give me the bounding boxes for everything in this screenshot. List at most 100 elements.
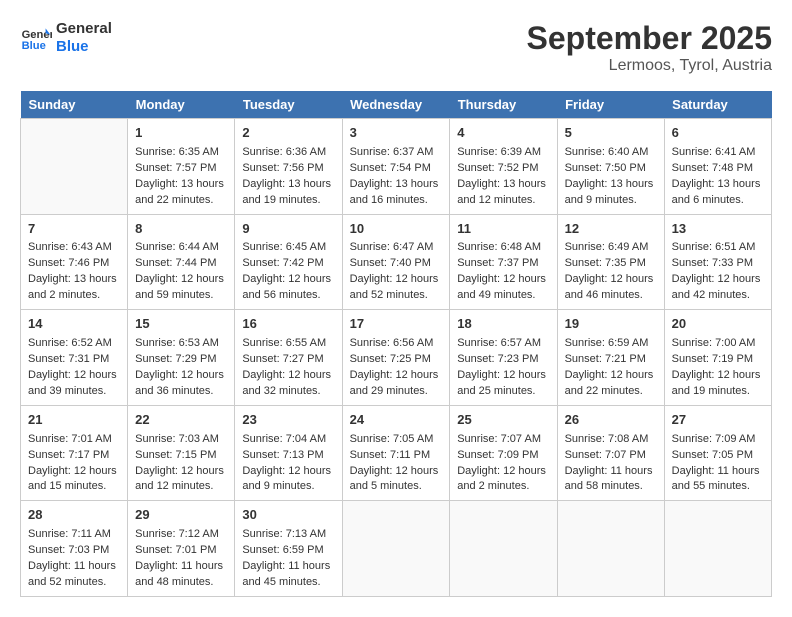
day-info: Sunrise: 6:57 AM Sunset: 7:23 PM Dayligh… [457, 336, 549, 400]
calendar-cell: 14Sunrise: 6:52 AM Sunset: 7:31 PM Dayli… [21, 310, 128, 406]
weekday-header-monday: Monday [128, 91, 235, 119]
day-number: 27 [672, 411, 764, 430]
day-info: Sunrise: 6:45 AM Sunset: 7:42 PM Dayligh… [242, 240, 334, 304]
day-info: Sunrise: 7:12 AM Sunset: 7:01 PM Dayligh… [135, 527, 227, 591]
logo-icon: General Blue [20, 22, 52, 54]
title-block: September 2025 Lermoos, Tyrol, Austria [527, 20, 772, 75]
weekday-header-thursday: Thursday [450, 91, 557, 119]
calendar-cell: 13Sunrise: 6:51 AM Sunset: 7:33 PM Dayli… [664, 214, 771, 310]
day-number: 22 [135, 411, 227, 430]
day-info: Sunrise: 7:09 AM Sunset: 7:05 PM Dayligh… [672, 432, 764, 496]
day-number: 17 [350, 315, 443, 334]
day-info: Sunrise: 6:47 AM Sunset: 7:40 PM Dayligh… [350, 240, 443, 304]
location: Lermoos, Tyrol, Austria [527, 57, 772, 75]
calendar-cell: 24Sunrise: 7:05 AM Sunset: 7:11 PM Dayli… [342, 405, 450, 501]
calendar-cell: 10Sunrise: 6:47 AM Sunset: 7:40 PM Dayli… [342, 214, 450, 310]
calendar-cell: 17Sunrise: 6:56 AM Sunset: 7:25 PM Dayli… [342, 310, 450, 406]
day-info: Sunrise: 7:03 AM Sunset: 7:15 PM Dayligh… [135, 432, 227, 496]
weekday-row: SundayMondayTuesdayWednesdayThursdayFrid… [21, 91, 772, 119]
calendar-cell: 28 Sunrise: 7:11 AM Sunset: 7:03 PM Dayli… [21, 501, 128, 597]
day-info: Sunrise: 6:41 AM Sunset: 7:48 PM Dayligh… [672, 145, 764, 209]
calendar-cell: 30Sunrise: 7:13 AM Sunset: 6:59 PM Dayli… [235, 501, 342, 597]
day-info: Sunrise: 7:05 AM Sunset: 7:11 PM Dayligh… [350, 432, 443, 496]
day-info: Sunrise: 6:51 AM Sunset: 7:33 PM Dayligh… [672, 240, 764, 304]
day-info: Sunrise: 6:40 AM Sunset: 7:50 PM Dayligh… [565, 145, 657, 209]
calendar-cell: 23 Sunrise: 7:04 AM Sunset: 7:13 PM Dayli… [235, 405, 342, 501]
week-row-5: 28 Sunrise: 7:11 AM Sunset: 7:03 PM Dayli… [21, 501, 772, 597]
calendar-cell: 4Sunrise: 6:39 AM Sunset: 7:52 PM Daylig… [450, 119, 557, 215]
weekday-header-tuesday: Tuesday [235, 91, 342, 119]
calendar-cell: 27 Sunrise: 7:09 AM Sunset: 7:05 PM Dayli… [664, 405, 771, 501]
day-number: 6 [672, 124, 764, 143]
calendar-cell: 2Sunrise: 6:36 AM Sunset: 7:56 PM Daylig… [235, 119, 342, 215]
calendar-table: SundayMondayTuesdayWednesdayThursdayFrid… [20, 91, 772, 597]
day-info: Sunrise: 6:35 AM Sunset: 7:57 PM Dayligh… [135, 145, 227, 209]
calendar-cell: 12Sunrise: 6:49 AM Sunset: 7:35 PM Dayli… [557, 214, 664, 310]
day-number: 4 [457, 124, 549, 143]
calendar-cell: 18 Sunrise: 6:57 AM Sunset: 7:23 PM Dayli… [450, 310, 557, 406]
logo-general: General [56, 20, 112, 38]
svg-text:General: General [22, 29, 52, 41]
calendar-cell [21, 119, 128, 215]
calendar-cell: 1 Sunrise: 6:35 AM Sunset: 7:57 PM Daylig… [128, 119, 235, 215]
day-number: 7 [28, 220, 120, 239]
calendar-cell: 19 Sunrise: 6:59 AM Sunset: 7:21 PM Dayli… [557, 310, 664, 406]
calendar-cell: 5Sunrise: 6:40 AM Sunset: 7:50 PM Daylig… [557, 119, 664, 215]
logo: General Blue General Blue [20, 20, 112, 56]
weekday-header-wednesday: Wednesday [342, 91, 450, 119]
day-info: Sunrise: 6:59 AM Sunset: 7:21 PM Dayligh… [565, 336, 657, 400]
day-number: 28 [28, 506, 120, 525]
calendar-cell: 11Sunrise: 6:48 AM Sunset: 7:37 PM Dayli… [450, 214, 557, 310]
day-info: Sunrise: 7:07 AM Sunset: 7:09 PM Dayligh… [457, 432, 549, 496]
logo-blue: Blue [56, 38, 112, 56]
day-info: Sunrise: 6:44 AM Sunset: 7:44 PM Dayligh… [135, 240, 227, 304]
calendar-cell: 29 Sunrise: 7:12 AM Sunset: 7:01 PM Dayli… [128, 501, 235, 597]
day-info: Sunrise: 6:43 AM Sunset: 7:46 PM Dayligh… [28, 240, 120, 304]
page-header: General Blue General Blue September 2025… [20, 20, 772, 75]
day-info: Sunrise: 6:53 AM Sunset: 7:29 PM Dayligh… [135, 336, 227, 400]
day-info: Sunrise: 6:55 AM Sunset: 7:27 PM Dayligh… [242, 336, 334, 400]
calendar-cell: 9Sunrise: 6:45 AM Sunset: 7:42 PM Daylig… [235, 214, 342, 310]
calendar-body: 1 Sunrise: 6:35 AM Sunset: 7:57 PM Daylig… [21, 119, 772, 597]
calendar-cell [450, 501, 557, 597]
day-number: 14 [28, 315, 120, 334]
calendar-cell: 25Sunrise: 7:07 AM Sunset: 7:09 PM Dayli… [450, 405, 557, 501]
calendar-cell: 15 Sunrise: 6:53 AM Sunset: 7:29 PM Dayli… [128, 310, 235, 406]
calendar-cell: 16 Sunrise: 6:55 AM Sunset: 7:27 PM Dayli… [235, 310, 342, 406]
day-number: 9 [242, 220, 334, 239]
week-row-1: 1 Sunrise: 6:35 AM Sunset: 7:57 PM Daylig… [21, 119, 772, 215]
day-info: Sunrise: 7:08 AM Sunset: 7:07 PM Dayligh… [565, 432, 657, 496]
svg-text:Blue: Blue [22, 40, 46, 52]
week-row-3: 14Sunrise: 6:52 AM Sunset: 7:31 PM Dayli… [21, 310, 772, 406]
day-info: Sunrise: 6:37 AM Sunset: 7:54 PM Dayligh… [350, 145, 443, 209]
day-info: Sunrise: 6:49 AM Sunset: 7:35 PM Dayligh… [565, 240, 657, 304]
day-number: 29 [135, 506, 227, 525]
week-row-2: 7Sunrise: 6:43 AM Sunset: 7:46 PM Daylig… [21, 214, 772, 310]
day-number: 19 [565, 315, 657, 334]
calendar-cell: 8Sunrise: 6:44 AM Sunset: 7:44 PM Daylig… [128, 214, 235, 310]
calendar-cell [342, 501, 450, 597]
day-info: Sunrise: 7:11 AM Sunset: 7:03 PM Dayligh… [28, 527, 120, 591]
day-number: 15 [135, 315, 227, 334]
day-info: Sunrise: 7:04 AM Sunset: 7:13 PM Dayligh… [242, 432, 334, 496]
calendar-cell: 3 Sunrise: 6:37 AM Sunset: 7:54 PM Daylig… [342, 119, 450, 215]
day-number: 16 [242, 315, 334, 334]
day-number: 11 [457, 220, 549, 239]
weekday-header-saturday: Saturday [664, 91, 771, 119]
day-number: 26 [565, 411, 657, 430]
day-number: 1 [135, 124, 227, 143]
day-number: 23 [242, 411, 334, 430]
day-number: 3 [350, 124, 443, 143]
day-number: 20 [672, 315, 764, 334]
calendar-cell: 21Sunrise: 7:01 AM Sunset: 7:17 PM Dayli… [21, 405, 128, 501]
week-row-4: 21Sunrise: 7:01 AM Sunset: 7:17 PM Dayli… [21, 405, 772, 501]
day-number: 18 [457, 315, 549, 334]
calendar-cell [664, 501, 771, 597]
day-info: Sunrise: 7:00 AM Sunset: 7:19 PM Dayligh… [672, 336, 764, 400]
weekday-header-sunday: Sunday [21, 91, 128, 119]
day-number: 10 [350, 220, 443, 239]
calendar-cell: 7Sunrise: 6:43 AM Sunset: 7:46 PM Daylig… [21, 214, 128, 310]
day-info: Sunrise: 7:13 AM Sunset: 6:59 PM Dayligh… [242, 527, 334, 591]
weekday-header-friday: Friday [557, 91, 664, 119]
day-number: 12 [565, 220, 657, 239]
